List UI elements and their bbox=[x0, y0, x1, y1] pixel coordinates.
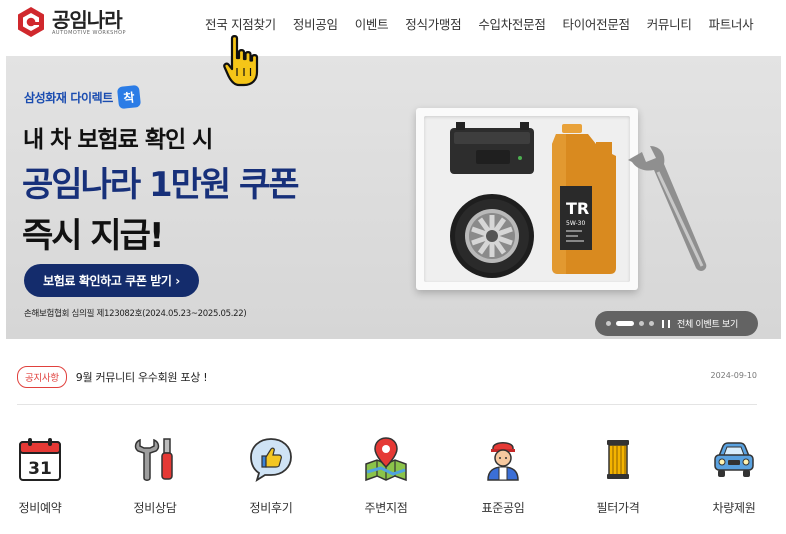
main-nav: 전국 지점찾기 정비공임 이벤트 정식가맹점 수입차전문점 타이어전문점 커뮤니… bbox=[205, 14, 754, 33]
mechanic-icon bbox=[487, 442, 519, 481]
nav-item-repair-labor[interactable]: 정비공임 bbox=[293, 14, 338, 33]
nav-item-community[interactable]: 커뮤니티 bbox=[647, 14, 692, 33]
banner-disclaimer: 손해보험협회 심의필 제123082호(2024.05.23~2025.05.2… bbox=[24, 309, 247, 319]
slide-dot[interactable] bbox=[649, 321, 654, 326]
notice-link[interactable]: 9월 커뮤니티 우수회원 포상 ! bbox=[76, 369, 208, 385]
quick-item-consult[interactable]: 정비상담 bbox=[105, 432, 205, 522]
quick-item-car-spec[interactable]: 차량제원 bbox=[684, 432, 784, 522]
slide-dot[interactable] bbox=[639, 321, 644, 326]
nav-item-tire[interactable]: 타이어전문점 bbox=[563, 14, 631, 33]
quick-item-filter-price[interactable]: 필터가격 bbox=[568, 432, 668, 522]
nav-item-import-car[interactable]: 수입차전문점 bbox=[478, 14, 546, 33]
quick-item-nearby[interactable]: 주변지점 bbox=[336, 432, 436, 522]
logo-subtitle: AUTOMOTIVE WORKSHOP bbox=[52, 29, 127, 36]
site-logo[interactable]: 공임나라 AUTOMOTIVE WORKSHOP bbox=[16, 6, 126, 38]
banner-controls: 전체 이벤트 보기 bbox=[595, 311, 758, 336]
quick-menu: 31 정비예약 정비상담 정비후기 주변지점 표준공임 필터가격 차량제원 bbox=[0, 432, 786, 522]
quick-item-label: 차량제원 bbox=[712, 501, 756, 515]
divider bbox=[17, 404, 757, 405]
nav-item-events[interactable]: 이벤트 bbox=[355, 14, 389, 33]
quick-item-standard-labor[interactable]: 표준공임 bbox=[453, 432, 553, 522]
site-header: 공임나라 AUTOMOTIVE WORKSHOP 전국 지점찾기 정비공임 이벤… bbox=[0, 0, 786, 48]
brand-text: 삼성화재 다이렉트 bbox=[24, 90, 113, 105]
quick-item-review[interactable]: 정비후기 bbox=[221, 432, 321, 522]
tire-icon bbox=[450, 194, 534, 278]
view-all-events-link[interactable]: 전체 이벤트 보기 bbox=[677, 317, 738, 330]
product-grade: 5W-30 bbox=[566, 220, 585, 227]
notice-badge: 공지사항 bbox=[17, 366, 67, 388]
quick-item-label: 정비상담 bbox=[133, 501, 177, 515]
svg-text:31: 31 bbox=[28, 459, 52, 479]
brand-badge: 착 bbox=[116, 84, 141, 110]
nav-item-branch-search[interactable]: 전국 지점찾기 bbox=[205, 14, 276, 33]
quick-item-reservation[interactable]: 31 정비예약 bbox=[0, 432, 90, 522]
product-label: TR bbox=[566, 199, 589, 218]
banner-headline-1: 내 차 보험료 확인 시 bbox=[23, 127, 213, 153]
nav-item-franchise[interactable]: 정식가맹점 bbox=[405, 14, 461, 33]
quick-item-label: 표준공임 bbox=[481, 501, 525, 515]
slide-dot[interactable] bbox=[606, 321, 611, 326]
hand-pointer-icon bbox=[223, 35, 259, 87]
hexagon-logo-icon bbox=[18, 7, 44, 37]
wrench-screwdriver-icon bbox=[134, 438, 173, 481]
logo-name: 공임나라 bbox=[52, 7, 123, 32]
banner-headline-2: 공임나라 1만원 쿠폰 bbox=[22, 165, 300, 205]
banner-cta-button[interactable]: 보험료 확인하고 쿠폰 받기 › bbox=[24, 264, 199, 297]
wrench-icon bbox=[628, 146, 707, 271]
notice-bar: 공지사항 9월 커뮤니티 우수회원 포상 ! 2024-09-10 bbox=[17, 366, 757, 388]
quick-item-label: 필터가격 bbox=[596, 501, 640, 515]
quick-item-label: 정비예약 bbox=[18, 501, 62, 515]
filter-icon bbox=[607, 440, 629, 479]
banner-headline-3: 즉시 지급! bbox=[22, 216, 164, 256]
notice-date: 2024-09-10 bbox=[710, 371, 758, 380]
nav-item-partners[interactable]: 파트너사 bbox=[709, 14, 754, 33]
battery-icon bbox=[450, 122, 534, 174]
car-icon bbox=[714, 442, 754, 477]
map-pin-icon bbox=[365, 437, 407, 482]
slide-dot-active[interactable] bbox=[616, 321, 634, 326]
quick-item-label: 주변지점 bbox=[364, 501, 408, 515]
banner-brand: 삼성화재 다이렉트 착 bbox=[24, 84, 141, 110]
pause-icon[interactable] bbox=[662, 319, 670, 328]
event-banner[interactable]: 삼성화재 다이렉트 착 내 차 보험료 확인 시 공임나라 1만원 쿠폰 즉시 … bbox=[6, 56, 781, 339]
quick-item-label: 정비후기 bbox=[249, 501, 293, 515]
calendar-icon: 31 bbox=[19, 438, 61, 481]
thumbs-up-bubble-icon bbox=[250, 438, 292, 482]
car-parts-illustration: TR 5W-30 bbox=[450, 122, 707, 278]
